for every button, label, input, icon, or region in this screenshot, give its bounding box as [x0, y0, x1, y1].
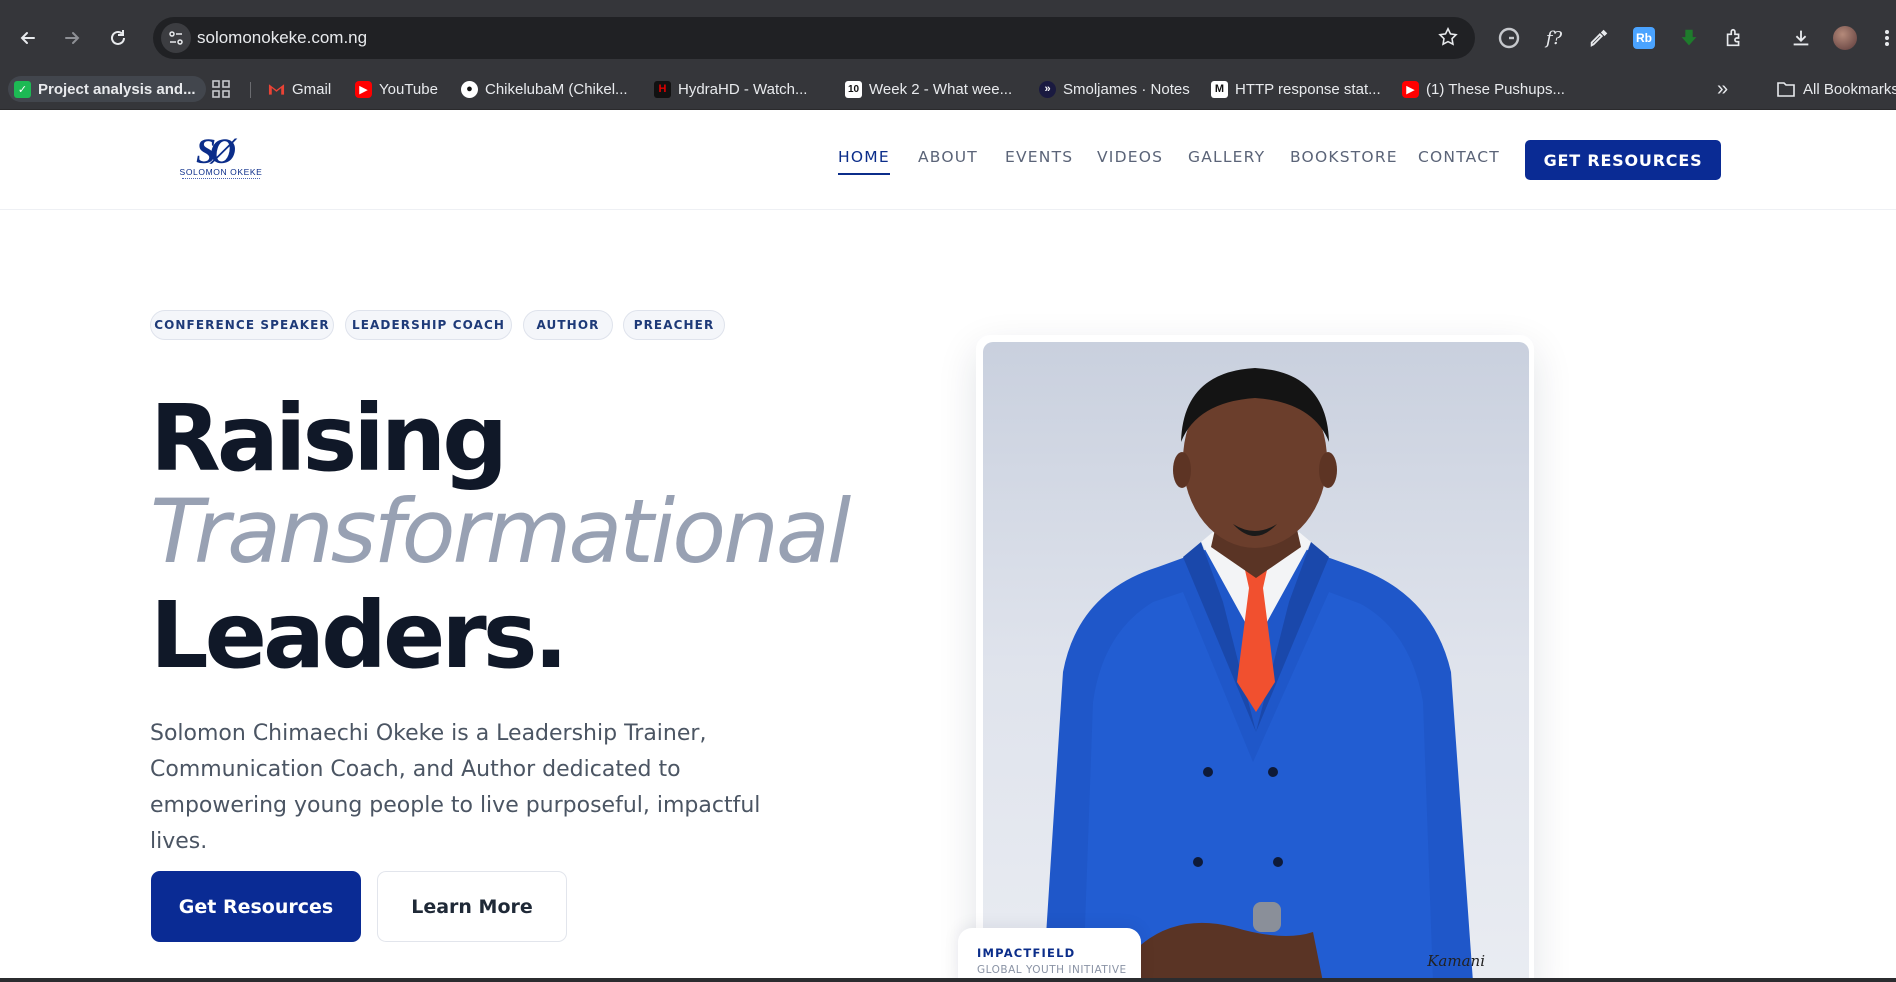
hero-description: Solomon Chimaechi Okeke is a Leadership … — [150, 721, 761, 854]
bookmark-smoljames[interactable]: » Smoljames · Notes — [1039, 76, 1190, 102]
back-button[interactable] — [12, 22, 44, 54]
github-icon: ● — [461, 80, 478, 98]
reload-icon — [111, 30, 125, 45]
logo-mark: SØ — [196, 131, 236, 171]
menu-kebab-icon[interactable] — [1878, 24, 1896, 52]
nav-videos[interactable]: VIDEOS — [1097, 148, 1163, 166]
portrait-illustration — [1043, 368, 1473, 982]
portrait-photo: Kamani — [983, 342, 1529, 982]
address-bar[interactable]: solomonokeke.com.ng — [153, 17, 1475, 59]
badge-subtitle: GLOBAL YOUTH INITIATIVE — [977, 964, 1127, 976]
nav-gallery[interactable]: GALLERY — [1188, 148, 1265, 166]
bookmark-star-icon[interactable] — [1437, 26, 1459, 53]
bookmark-label: Smoljames · Notes — [1063, 80, 1190, 98]
bookmark-hydrahd[interactable]: H HydraHD - Watch... — [654, 76, 807, 102]
tag-preacher: PREACHER — [623, 310, 725, 340]
window-bottom-edge — [0, 978, 1896, 982]
smoljames-icon: » — [1039, 80, 1056, 98]
nav-bookstore[interactable]: BOOKSTORE — [1290, 148, 1398, 166]
forward-button[interactable] — [56, 22, 88, 54]
bookmark-label: Gmail — [292, 80, 332, 98]
hydra-icon: H — [654, 80, 671, 98]
site-header: SØ SOLOMON OKEKE HOME ABOUT EVENTS VIDEO… — [0, 110, 1896, 210]
profile-avatar[interactable] — [1831, 24, 1859, 52]
get-resources-button[interactable]: Get Resources — [151, 871, 361, 942]
bookmark-separator — [250, 82, 251, 98]
grammarly-icon[interactable] — [1495, 24, 1523, 52]
hero-title-line1: Raising — [150, 385, 508, 492]
eyedropper-icon[interactable] — [1585, 24, 1613, 52]
reload-button[interactable] — [102, 22, 134, 54]
font-finder-icon[interactable]: f? — [1540, 24, 1568, 52]
browser-chrome: solomonokeke.com.ng f? Rb ✓ Project anal… — [0, 0, 1896, 110]
bookmark-label: (1) These Pushups... — [1426, 80, 1565, 98]
bookmark-label: HydraHD - Watch... — [678, 80, 808, 98]
bookmark-pushups[interactable]: ▶ (1) These Pushups... — [1402, 76, 1565, 102]
nav-contact[interactable]: CONTACT — [1418, 148, 1500, 166]
logo-tagline-line — [182, 178, 260, 181]
learn-more-button[interactable]: Learn More — [377, 871, 567, 942]
bookmark-label: ChikelubaM (Chikel... — [485, 80, 628, 98]
folder-icon — [1777, 82, 1795, 97]
logo-name: SOLOMON OKEKE — [179, 167, 263, 177]
bookmark-label: Project analysis and... — [38, 80, 196, 98]
bookmark-label: HTTP response stat... — [1235, 80, 1381, 98]
site-settings-icon[interactable] — [161, 23, 191, 53]
more-bookmarks-chevron-icon[interactable]: » — [1717, 76, 1728, 102]
checkbox-icon: ✓ — [14, 80, 31, 98]
tab-strip — [0, 0, 1896, 8]
tag-conference-speaker: CONFERENCE SPEAKER — [150, 310, 334, 340]
bookmark-project-analysis[interactable]: ✓ Project analysis and... — [8, 76, 206, 102]
nav-events[interactable]: EVENTS — [1005, 148, 1073, 166]
tag-leadership-coach: LEADERSHIP COACH — [345, 310, 512, 340]
bookmark-label: Week 2 - What wee... — [869, 80, 1013, 98]
bookmark-gmail[interactable]: Gmail — [268, 76, 331, 102]
impactfield-badge: IMPACTFIELD GLOBAL YOUTH INITIATIVE — [958, 928, 1141, 982]
bookmark-http-response[interactable]: M HTTP response stat... — [1211, 76, 1381, 102]
downloads-icon[interactable] — [1787, 24, 1815, 52]
tag-author: AUTHOR — [523, 310, 613, 340]
all-bookmarks-folder[interactable]: All Bookmarks — [1776, 76, 1896, 102]
gmail-icon — [268, 81, 285, 98]
photographer-signature: Kamani — [1427, 952, 1485, 970]
browser-toolbar: solomonokeke.com.ng f? Rb — [0, 8, 1896, 68]
bookmark-week2[interactable]: 10 Week 2 - What wee... — [845, 76, 1012, 102]
arrow-right-icon — [65, 32, 80, 44]
bookmark-label: YouTube — [379, 80, 438, 98]
url-text[interactable]: solomonokeke.com.ng — [197, 28, 367, 48]
bookmarks-bar: ✓ Project analysis and... Gmail ▶ YouTub… — [0, 68, 1896, 110]
hero-title-line2: Transformational — [150, 480, 851, 583]
youtube-icon: ▶ — [355, 80, 372, 98]
bookmark-label: All Bookmarks — [1803, 80, 1896, 98]
badge-title: IMPACTFIELD — [977, 946, 1076, 960]
get-resources-header-button[interactable]: GET RESOURCES — [1525, 140, 1721, 180]
arrow-left-icon — [20, 32, 35, 44]
youtube-icon: ▶ — [1402, 80, 1419, 98]
bookmark-github[interactable]: ● ChikelubaM (Chikel... — [461, 76, 628, 102]
extensions-puzzle-icon[interactable] — [1720, 24, 1748, 52]
site-logo[interactable]: SØ SOLOMON OKEKE — [178, 130, 264, 186]
hero-title-line3: Leaders. — [150, 582, 568, 689]
apps-grid-icon[interactable] — [211, 76, 231, 102]
rb-extension-icon[interactable]: Rb — [1630, 24, 1658, 52]
nav-home[interactable]: HOME — [838, 148, 890, 175]
mdn-icon: M — [1211, 80, 1228, 98]
calendar-icon: 10 — [845, 80, 862, 98]
download-arrow-extension-icon[interactable] — [1675, 24, 1703, 52]
bookmark-youtube[interactable]: ▶ YouTube — [355, 76, 438, 102]
nav-about[interactable]: ABOUT — [918, 148, 978, 166]
